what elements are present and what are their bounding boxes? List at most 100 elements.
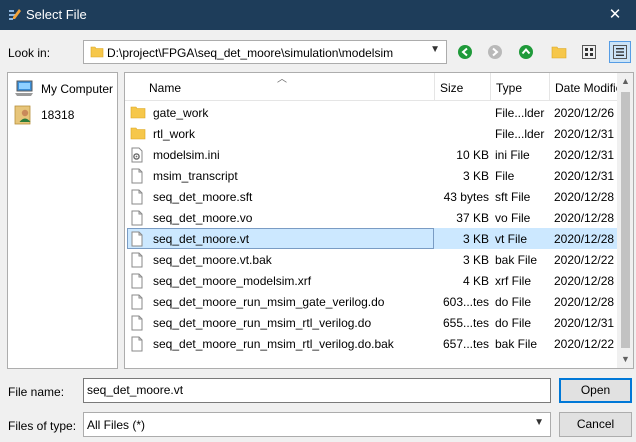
file-row[interactable]: msim_transcript 3 KB File 2020/12/31 [125, 165, 617, 186]
file-row[interactable]: seq_det_moore.vt 3 KB vt File 2020/12/28 [125, 228, 617, 249]
computer-icon [15, 80, 33, 96]
column-header-name[interactable]: Name [149, 81, 429, 95]
column-divider[interactable] [434, 73, 435, 100]
file-type-label: Files of type: [8, 419, 77, 433]
file-size-cell: 4 KB [462, 274, 489, 288]
file-type-cell: File...lder [495, 106, 545, 120]
file-size-cell: 655...tes [442, 316, 489, 330]
sidebar-item-my-computer[interactable]: My Computer [14, 77, 113, 101]
file-type-cell: File [495, 169, 515, 183]
file-icon [131, 315, 143, 331]
list-view-icon [582, 45, 596, 59]
column-divider[interactable] [490, 73, 491, 100]
file-date-cell: 2020/12/31 [554, 127, 615, 141]
file-row[interactable]: seq_det_moore_run_msim_gate_verilog.do 60… [125, 291, 617, 312]
file-row[interactable]: seq_det_moore_run_msim_rtl_verilog.do 655… [125, 312, 617, 333]
column-header-row: ︿ Name Size Type Date Modified [125, 73, 633, 101]
detail-view-button[interactable] [609, 41, 631, 63]
back-icon [458, 45, 472, 59]
file-date-cell: 2020/12/28 [554, 274, 615, 288]
detail-view-icon [613, 45, 627, 59]
up-folder-button[interactable] [515, 41, 537, 63]
app-icon [9, 9, 21, 20]
file-size-cell: 10 KB [456, 148, 489, 162]
folder-icon [130, 106, 146, 119]
file-icon [131, 189, 143, 205]
scroll-down-icon[interactable]: ▼ [617, 351, 633, 368]
file-row[interactable]: seq_det_moore.sft 43 bytes sft File 2020/12… [125, 186, 617, 207]
file-row[interactable]: seq_det_moore_run_msim_rtl_verilog.do.ba… [125, 333, 617, 354]
cancel-button[interactable]: Cancel [559, 412, 632, 437]
file-row[interactable]: seq_det_moore_modelsim.xrf 4 KB xrf File 20… [125, 270, 617, 291]
file-icon [131, 231, 143, 247]
chevron-down-icon: ▼ [534, 417, 544, 428]
file-name-label: File name: [8, 385, 65, 399]
file-date-cell: 2020/12/26 [554, 106, 615, 120]
scroll-up-icon[interactable]: ▲ [617, 73, 633, 90]
new-folder-button[interactable] [548, 41, 570, 63]
look-in-combo[interactable]: D:\project\FPGA\seq_det_moore\simulation… [83, 40, 447, 64]
file-row[interactable]: rtl_work File...lder 2020/12/31 [125, 123, 617, 144]
file-type-cell: vt File [495, 232, 528, 246]
file-type-combo[interactable]: All Files (*) ▼ [83, 412, 551, 437]
file-icon [131, 168, 143, 184]
file-name-cell: seq_det_moore.vo [153, 211, 253, 225]
file-name-cell: seq_det_moore_run_msim_rtl_verilog.do [153, 316, 372, 330]
column-header-date[interactable]: Date Modified [555, 81, 617, 95]
scrollbar-thumb[interactable] [621, 92, 630, 348]
file-name-cell: msim_transcript [153, 169, 238, 183]
open-button[interactable]: Open [559, 378, 632, 403]
vertical-scrollbar[interactable]: ▲ ▼ [617, 73, 633, 368]
file-name-cell: seq_det_moore.sft [153, 190, 253, 204]
file-row[interactable]: seq_det_moore.vo 37 KB vo File 2020/12/28 [125, 207, 617, 228]
file-size-cell: 3 KB [462, 232, 489, 246]
sidebar-item-user[interactable]: 18318 [14, 103, 74, 127]
column-header-size[interactable]: Size [440, 81, 490, 95]
look-in-label: Look in: [8, 46, 51, 60]
file-type-cell: bak File [495, 337, 538, 351]
file-icon [131, 336, 143, 352]
file-type-cell: vo File [495, 211, 531, 225]
file-row[interactable]: modelsim.ini 10 KB ini File 2020/12/31 [125, 144, 617, 165]
file-date-cell: 2020/12/31 [554, 148, 615, 162]
window-title: Select File [26, 7, 87, 22]
file-date-cell: 2020/12/28 [554, 211, 615, 225]
file-name-cell: modelsim.ini [153, 148, 220, 162]
close-button[interactable]: ✕ [600, 3, 630, 27]
file-name-cell: seq_det_moore.vt [153, 232, 250, 246]
file-size-cell: 657...tes [442, 337, 489, 351]
back-button[interactable] [454, 41, 476, 63]
file-size-cell: 603...tes [442, 295, 489, 309]
file-icon [131, 273, 143, 289]
file-type-cell: sft File [495, 190, 531, 204]
file-row[interactable]: gate_work File...lder 2020/12/26 [125, 102, 617, 123]
file-size-cell: 37 KB [456, 211, 489, 225]
file-icon [131, 294, 143, 310]
settings-file-icon [131, 147, 143, 163]
file-date-cell: 2020/12/31 [554, 169, 615, 183]
file-name-cell: seq_det_moore_run_msim_rtl_verilog.do.ba… [153, 337, 394, 351]
file-date-cell: 2020/12/22 [554, 337, 615, 351]
file-date-cell: 2020/12/28 [554, 232, 615, 246]
file-date-cell: 2020/12/28 [554, 295, 615, 309]
file-size-cell: 43 bytes [443, 190, 489, 204]
column-header-type[interactable]: Type [496, 81, 546, 95]
file-date-cell: 2020/12/31 [554, 316, 615, 330]
forward-icon [488, 45, 502, 59]
file-name-cell: gate_work [153, 106, 209, 120]
column-divider[interactable] [549, 73, 550, 100]
forward-button[interactable] [484, 41, 506, 63]
file-name-input[interactable]: seq_det_moore.vt [83, 378, 551, 403]
file-type-cell: File...lder [495, 127, 545, 141]
list-view-button[interactable] [578, 41, 600, 63]
file-list: ︿ Name Size Type Date Modified gate_work… [124, 72, 634, 369]
folder-icon [90, 46, 104, 58]
file-name-cell: seq_det_moore_modelsim.xrf [153, 274, 312, 288]
file-name-cell: rtl_work [153, 127, 196, 141]
user-folder-icon [14, 105, 31, 125]
file-row[interactable]: seq_det_moore.vt.bak 3 KB bak File 2020/12/… [125, 249, 617, 270]
file-type-cell: xrf File [495, 274, 531, 288]
folder-icon [130, 127, 146, 140]
look-in-path: D:\project\FPGA\seq_det_moore\simulation… [107, 46, 394, 60]
file-type-cell: ini File [495, 148, 530, 162]
